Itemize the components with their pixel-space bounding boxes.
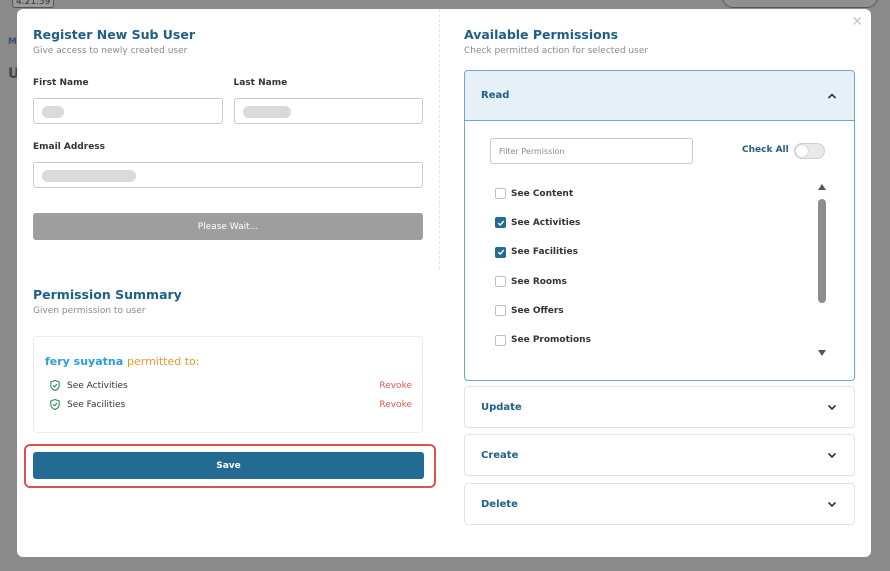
permission-label: See Activities [511, 217, 581, 228]
check-all-label: Check All [742, 145, 789, 155]
summary-title: Permission Summary [33, 287, 182, 302]
version-badge: 4.21.59 [12, 0, 55, 8]
background-pill [722, 0, 878, 8]
checkbox-unchecked[interactable] [495, 276, 506, 288]
permissions-subtitle: Check permitted action for selected user [464, 46, 649, 56]
chevron-down-icon [827, 452, 837, 459]
check-all-toggle[interactable] [794, 143, 825, 159]
summary-item: See Activities Revoke [50, 380, 412, 391]
create-label: Create [481, 449, 519, 461]
user-name: fery suyatna [45, 355, 124, 368]
scroll-down-arrow-icon[interactable] [818, 350, 826, 356]
register-form: Register New Sub User Give access to new… [33, 27, 423, 188]
please-wait-button[interactable]: Please Wait... [33, 213, 423, 240]
check-icon [497, 220, 504, 226]
update-label: Update [481, 401, 522, 413]
summary-item-label: See Facilities [67, 399, 126, 410]
column-divider [439, 9, 440, 269]
checkbox-unchecked[interactable] [495, 305, 506, 317]
read-accordion: Read Check All See Content See Activitie… [464, 70, 855, 381]
permissions-header: Available Permissions Check permitted ac… [464, 27, 854, 56]
blurred-value [242, 106, 291, 118]
shield-check-icon [50, 380, 60, 391]
permission-label: See Promotions [511, 335, 591, 346]
blurred-value [42, 106, 64, 118]
background-letter: M [8, 37, 17, 47]
permission-item-see-offers[interactable]: See Offers [495, 296, 785, 325]
checkbox-checked[interactable] [495, 246, 506, 258]
checkbox-unchecked[interactable] [495, 188, 506, 200]
summary-heading: fery suyatna permitted to: [45, 355, 199, 368]
revoke-link[interactable]: Revoke [379, 400, 412, 410]
checkbox-unchecked[interactable] [495, 334, 506, 346]
register-title: Register New Sub User [33, 27, 196, 42]
permission-item-see-content[interactable]: See Content [495, 179, 785, 208]
permissions-title: Available Permissions [464, 27, 619, 42]
last-name-label: Last Name [233, 78, 288, 88]
checkbox-checked[interactable] [495, 217, 506, 229]
first-name-label: First Name [33, 78, 89, 88]
email-field[interactable] [33, 162, 423, 188]
permission-label: See Offers [511, 305, 564, 316]
email-label: Email Address [33, 142, 106, 152]
summary-subtitle: Given permission to user [33, 306, 146, 316]
register-sub-user-modal: ✕ Register New Sub User Give access to n… [17, 9, 871, 557]
summary-item-label: See Activities [67, 380, 128, 391]
create-accordion[interactable]: Create [464, 434, 855, 476]
permission-list-scrollbar[interactable] [816, 181, 828, 356]
permission-item-see-promotions[interactable]: See Promotions [495, 325, 785, 354]
delete-accordion[interactable]: Delete [464, 483, 855, 525]
permission-summary-header: Permission Summary Given permission to u… [33, 287, 182, 316]
save-button[interactable]: Save [33, 452, 424, 479]
read-label: Read [481, 90, 510, 101]
permitted-to-text: permitted to: [127, 355, 200, 368]
check-icon [497, 249, 504, 256]
permission-item-see-activities[interactable]: See Activities [495, 208, 785, 237]
update-accordion[interactable]: Update [464, 386, 855, 428]
toggle-knob [796, 145, 808, 157]
scroll-thumb[interactable] [818, 199, 826, 303]
scroll-up-arrow-icon[interactable] [818, 184, 826, 190]
shield-check-icon [50, 399, 60, 410]
summary-item: See Facilities Revoke [50, 399, 412, 410]
register-subtitle: Give access to newly created user [33, 46, 188, 56]
chevron-down-icon [827, 404, 837, 411]
permission-label: See Rooms [511, 276, 567, 287]
permission-list: See Content See Activities See Facilitie… [495, 179, 785, 355]
last-name-field[interactable] [233, 98, 423, 124]
blurred-value [42, 170, 136, 182]
delete-label: Delete [481, 498, 518, 510]
permission-summary-card: fery suyatna permitted to: See Activitie… [33, 336, 423, 433]
first-name-field[interactable] [33, 98, 223, 124]
permission-item-see-rooms[interactable]: See Rooms [495, 267, 785, 296]
permission-item-see-facilities[interactable]: See Facilities [495, 238, 785, 267]
permission-label: See Content [511, 188, 574, 199]
permission-label: See Facilities [511, 247, 578, 258]
chevron-down-icon [827, 501, 837, 508]
filter-permission-input[interactable] [490, 138, 693, 164]
read-accordion-header[interactable]: Read [465, 71, 854, 121]
chevron-up-icon [827, 92, 837, 99]
revoke-link[interactable]: Revoke [379, 381, 412, 391]
